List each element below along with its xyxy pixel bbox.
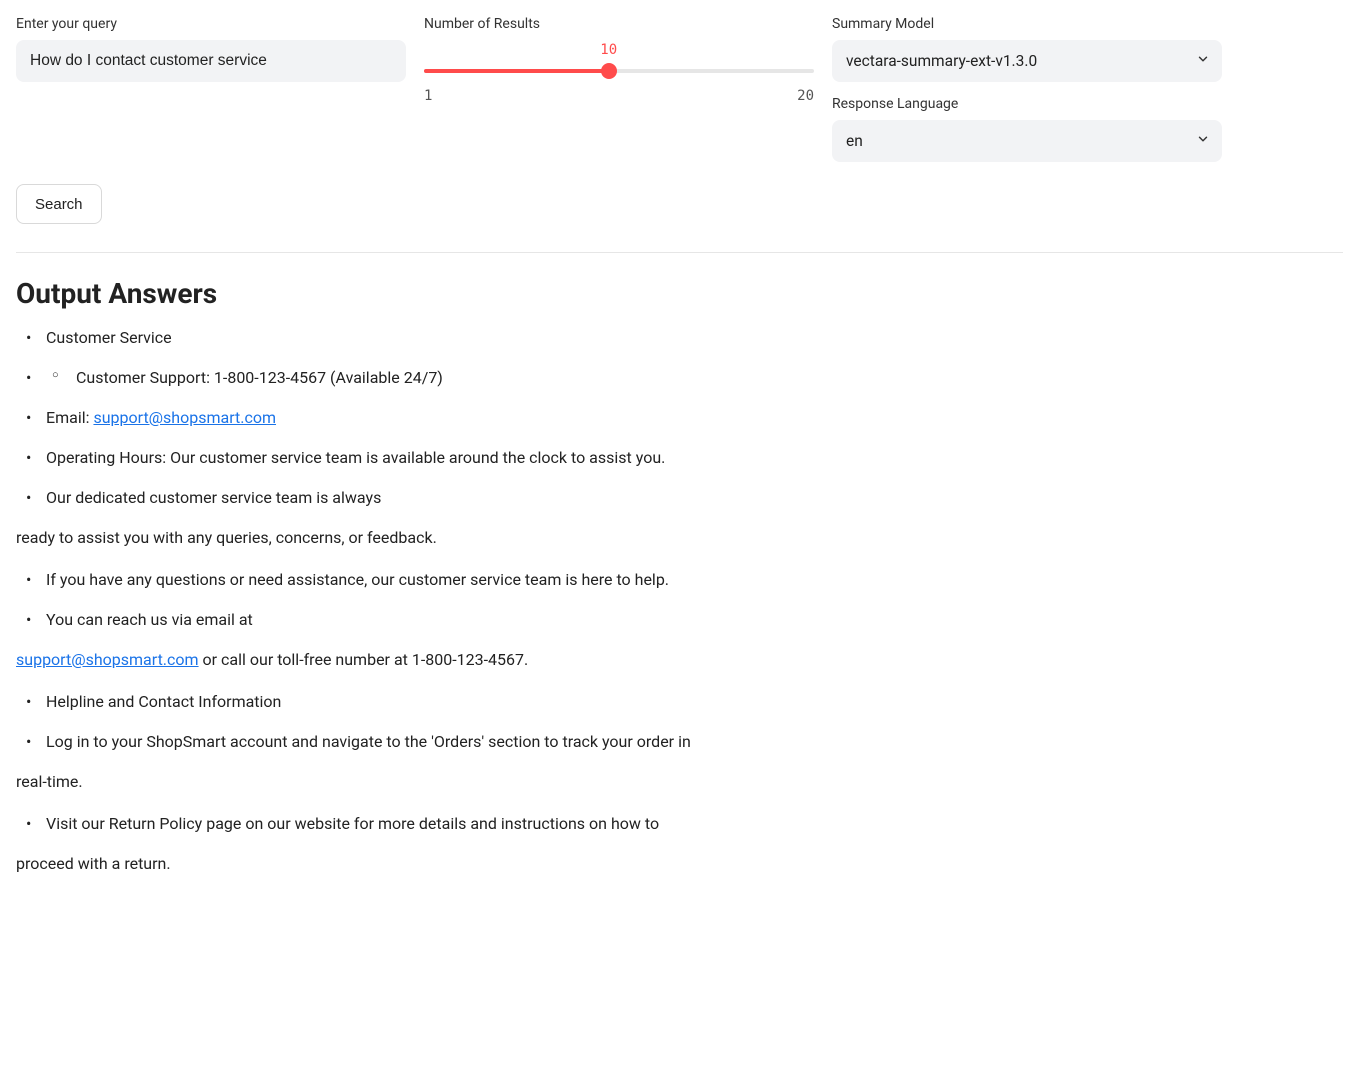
wrapped-text: ready to assist you with any queries, co…: [16, 526, 836, 550]
results-slider[interactable]: 10: [424, 60, 814, 82]
response-language-select[interactable]: en: [832, 120, 1222, 162]
summary-model-label: Summary Model: [832, 16, 1222, 32]
query-label: Enter your query: [16, 16, 406, 32]
results-slider-max: 20: [797, 88, 814, 104]
output-answers-list: Customer Service Customer Support: 1-800…: [16, 326, 836, 876]
list-item: Visit our Return Policy page on our webs…: [16, 812, 836, 836]
email-prefix: Email:: [46, 408, 93, 427]
output-answers-heading: Output Answers: [16, 277, 1343, 310]
results-slider-label: Number of Results: [424, 16, 814, 32]
summary-model-select[interactable]: vectara-summary-ext-v1.3.0: [832, 40, 1222, 82]
list-item: Our dedicated customer service team is a…: [16, 486, 836, 510]
wrapped-text: real-time.: [16, 770, 836, 794]
list-item: Operating Hours: Our customer service te…: [16, 446, 836, 470]
list-item: Log in to your ShopSmart account and nav…: [16, 730, 836, 754]
query-input[interactable]: [16, 40, 406, 82]
results-slider-thumb[interactable]: [601, 63, 617, 79]
wrapped-text: proceed with a return.: [16, 852, 836, 876]
response-language-label: Response Language: [832, 96, 1222, 112]
list-item: Customer Support: 1-800-123-4567 (Availa…: [16, 366, 836, 390]
list-item: Customer Service: [16, 326, 836, 350]
response-language-selected: en: [846, 132, 863, 150]
list-item: You can reach us via email at: [16, 608, 836, 632]
list-item: Helpline and Contact Information: [16, 690, 836, 714]
section-divider: [16, 252, 1343, 253]
support-email-link[interactable]: support@shopsmart.com: [16, 650, 199, 669]
list-item: Email: support@shopsmart.com: [16, 406, 836, 430]
results-slider-min: 1: [424, 88, 432, 104]
search-button[interactable]: Search: [16, 184, 102, 224]
support-email-link[interactable]: support@shopsmart.com: [93, 408, 276, 427]
results-slider-value: 10: [600, 42, 617, 58]
summary-model-selected: vectara-summary-ext-v1.3.0: [846, 52, 1037, 70]
wrapped-text: support@shopsmart.com or call our toll-f…: [16, 648, 836, 672]
list-item: If you have any questions or need assist…: [16, 568, 836, 592]
contact-suffix: or call our toll-free number at 1-800-12…: [199, 650, 529, 669]
